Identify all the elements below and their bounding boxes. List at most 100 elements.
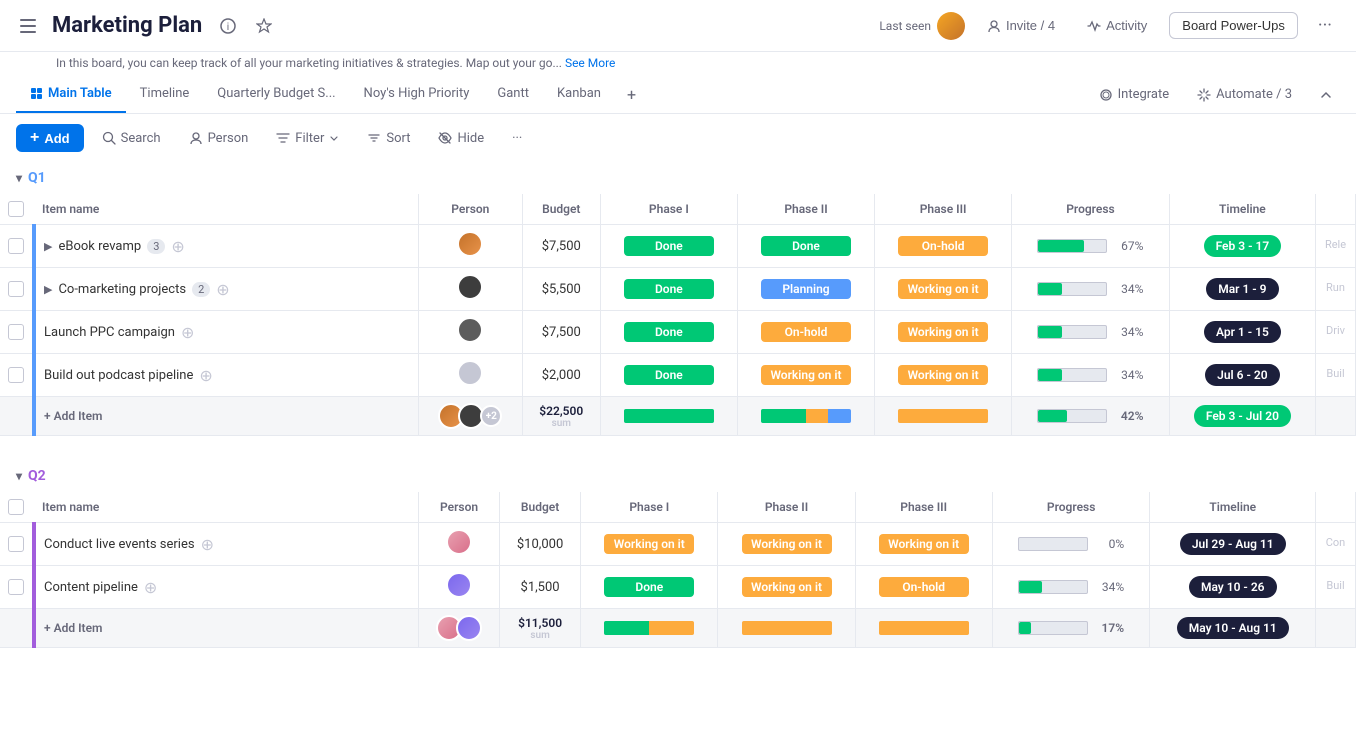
row-phase1-cell[interactable]: Done — [600, 354, 737, 397]
sort-button[interactable]: Sort — [357, 126, 420, 151]
filter-button[interactable]: Filter — [266, 126, 349, 151]
row-checkbox[interactable] — [8, 408, 24, 424]
collapse-icon[interactable] — [1312, 85, 1340, 105]
see-more-link[interactable]: See More — [565, 56, 615, 70]
group-q1-header[interactable]: ▾ Q1 — [0, 162, 1356, 194]
tab-kanban[interactable]: Kanban — [543, 76, 615, 113]
group-q2-chevron[interactable]: ▾ — [16, 469, 22, 483]
q1-summary-progress: 42% — [1012, 397, 1170, 436]
row-phase1-cell[interactable]: Working on it — [581, 523, 718, 566]
tab-timeline[interactable]: Timeline — [126, 76, 204, 113]
row-checkbox[interactable] — [8, 536, 24, 552]
q2-col-name: Item name — [34, 492, 419, 523]
star-icon[interactable] — [250, 12, 278, 40]
row-phase3-cell[interactable]: Working on it — [875, 354, 1012, 397]
q1-summary-phase1 — [600, 397, 737, 436]
tab-high-priority[interactable]: Noy's High Priority — [350, 76, 484, 113]
row-name-label: Build out podcast pipeline — [44, 368, 193, 383]
search-button[interactable]: Search — [92, 126, 171, 151]
row-phase3-cell[interactable]: Working on it — [875, 268, 1012, 311]
row-phase2-cell[interactable]: Working on it — [718, 523, 855, 566]
tab-add-button[interactable]: + — [615, 77, 648, 112]
q1-table: Item name Person Budget Phase I Phase II… — [0, 194, 1356, 436]
group-q1-label: Q1 — [28, 170, 46, 186]
tab-quarterly-budget[interactable]: Quarterly Budget S... — [203, 76, 349, 113]
row-phase3-cell[interactable]: On-hold — [855, 566, 992, 609]
group-q2-header[interactable]: ▾ Q2 — [0, 460, 1356, 492]
row-phase1-cell[interactable]: Done — [581, 566, 718, 609]
row-add-icon[interactable]: ⊕ — [201, 535, 214, 554]
row-phase2-cell[interactable]: Working on it — [718, 566, 855, 609]
progress-pct: 34% — [1094, 580, 1124, 594]
header-right: Last seen Invite / 4 Activity Board Powe… — [879, 11, 1340, 40]
integrate-button[interactable]: Integrate — [1091, 83, 1178, 106]
invite-button[interactable]: Invite / 4 — [977, 13, 1065, 38]
info-icon[interactable]: i — [214, 12, 242, 40]
row-add-icon[interactable]: ⊕ — [171, 237, 184, 256]
row-expand-icon[interactable]: ▶ — [44, 240, 52, 253]
person-button[interactable]: Person — [179, 126, 259, 151]
row-phase3-cell[interactable]: Working on it — [875, 311, 1012, 354]
row-phase2-cell[interactable]: On-hold — [737, 311, 874, 354]
q1-col-progress: Progress — [1012, 194, 1170, 225]
row-checkbox[interactable] — [8, 579, 24, 595]
row-checkbox[interactable] — [8, 620, 24, 636]
phase1-badge: Done — [624, 279, 714, 299]
row-add-icon[interactable]: ⊕ — [216, 280, 229, 299]
add-button[interactable]: + Add — [16, 124, 84, 152]
row-phase2-cell[interactable]: Planning — [737, 268, 874, 311]
q1-col-overflow — [1316, 194, 1356, 225]
tab-gantt[interactable]: Gantt — [483, 76, 543, 113]
table-row: Conduct live events series ⊕ $10,000 Wor… — [0, 523, 1356, 566]
phase3-badge: Working on it — [898, 322, 988, 342]
phase3-badge: Working on it — [898, 365, 988, 385]
timeline-badge: Jul 29 - Aug 11 — [1180, 533, 1286, 555]
board-power-ups-button[interactable]: Board Power-Ups — [1169, 12, 1298, 39]
row-expand-icon[interactable]: ▶ — [44, 283, 52, 296]
phase3-badge: On-hold — [898, 236, 988, 256]
row-budget-cell: $7,500 — [522, 225, 600, 268]
q2-header-checkbox[interactable] — [8, 499, 24, 515]
more-toolbar-icon[interactable]: ··· — [502, 126, 532, 151]
q1-header-checkbox[interactable] — [8, 201, 24, 217]
phase2-badge: Done — [761, 236, 851, 256]
row-checkbox[interactable] — [8, 238, 24, 254]
row-name-label: Conduct live events series — [44, 537, 195, 552]
app-container: Marketing Plan i Last seen Invite / 4 Ac… — [0, 0, 1356, 742]
row-add-icon[interactable]: ⊕ — [181, 323, 194, 342]
table-row: Content pipeline ⊕ $1,500 Done Working o… — [0, 566, 1356, 609]
row-checkbox[interactable] — [8, 324, 24, 340]
row-phase2-cell[interactable]: Working on it — [737, 354, 874, 397]
q1-summary-persons: +2 — [418, 397, 522, 436]
more-options-icon[interactable]: ··· — [1310, 11, 1340, 40]
row-phase1-cell[interactable]: Done — [600, 268, 737, 311]
row-timeline-cell: Jul 29 - Aug 11 — [1150, 523, 1316, 566]
row-checkbox[interactable] — [8, 281, 24, 297]
row-phase3-cell[interactable]: Working on it — [855, 523, 992, 566]
q2-summary-row: + Add Item $11,500 sum — [0, 609, 1356, 648]
row-phase1-cell[interactable]: Done — [600, 225, 737, 268]
row-budget-cell: $1,500 — [499, 566, 580, 609]
description-bar: In this board, you can keep track of all… — [0, 52, 1356, 76]
automate-button[interactable]: Automate / 3 — [1189, 83, 1300, 106]
group-q1-chevron[interactable]: ▾ — [16, 171, 22, 185]
row-timeline-cell: May 10 - 26 — [1150, 566, 1316, 609]
q1-header-row: Item name Person Budget Phase I Phase II… — [0, 194, 1356, 225]
q2-add-item[interactable]: + Add Item — [34, 609, 419, 648]
row-phase3-cell[interactable]: On-hold — [875, 225, 1012, 268]
q1-add-item[interactable]: + Add Item — [34, 397, 418, 436]
row-person-cell — [418, 225, 522, 268]
sidebar-toggle[interactable] — [16, 14, 40, 38]
activity-button[interactable]: Activity — [1077, 13, 1157, 38]
row-phase1-cell[interactable]: Done — [600, 311, 737, 354]
hide-button[interactable]: Hide — [428, 126, 494, 151]
q1-col-phase3: Phase III — [875, 194, 1012, 225]
row-checkbox[interactable] — [8, 367, 24, 383]
row-add-icon[interactable]: ⊕ — [199, 366, 212, 385]
row-add-icon[interactable]: ⊕ — [144, 578, 157, 597]
tab-main-table[interactable]: Main Table — [16, 76, 126, 113]
row-person-cell — [418, 311, 522, 354]
phase2-badge: Working on it — [761, 365, 851, 385]
header: Marketing Plan i Last seen Invite / 4 Ac… — [0, 0, 1356, 52]
row-phase2-cell[interactable]: Done — [737, 225, 874, 268]
